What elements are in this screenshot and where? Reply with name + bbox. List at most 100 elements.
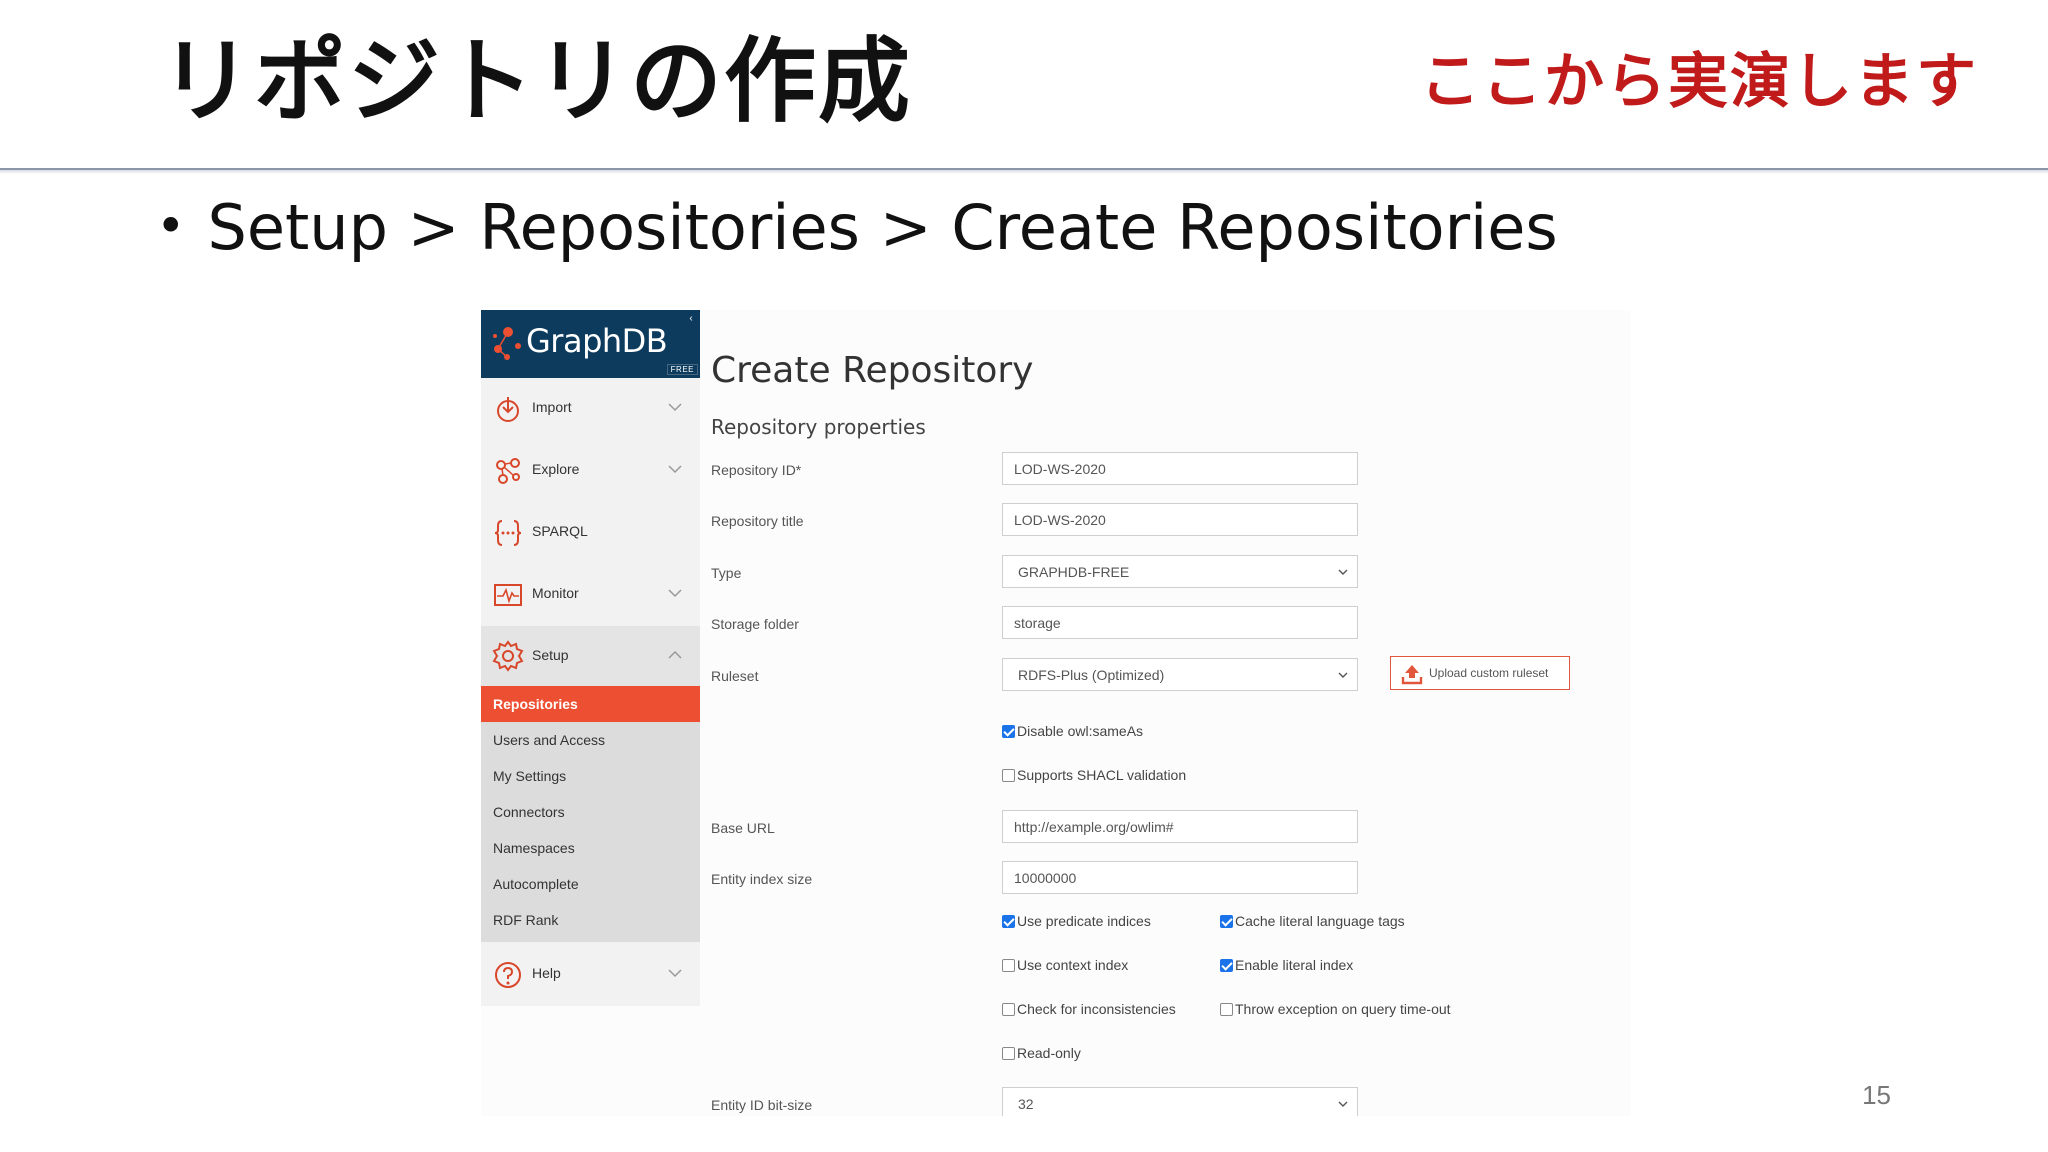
slide-bullet: • Setup > Repositories > Create Repositor… <box>156 186 1558 268</box>
title-divider-shadow <box>0 170 2048 174</box>
cache-language-tags-checkbox[interactable]: Cache literal language tags <box>1220 913 1405 931</box>
storage-label: Storage folder <box>711 616 799 632</box>
sidebar-item-label: Help <box>532 965 561 981</box>
logo-text: GraphDB <box>526 322 668 360</box>
type-select[interactable]: GRAPHDB-FREE <box>1002 555 1358 588</box>
upload-ruleset-label: Upload custom ruleset <box>1429 666 1549 680</box>
checkbox-label: Read-only <box>1017 1045 1081 1061</box>
checkbox-checked[interactable] <box>1002 915 1015 928</box>
ruleset-select-value: RDFS-Plus (Optimized) <box>1018 667 1165 683</box>
entity-id-bitsize-select[interactable]: 32 <box>1002 1087 1358 1116</box>
create-repository-form: Create Repository Repository properties … <box>700 310 1631 1116</box>
checkbox-label: Check for inconsistencies <box>1017 1001 1176 1017</box>
checkbox-checked[interactable] <box>1002 725 1015 738</box>
chevron-down-icon <box>668 969 682 978</box>
submenu-item-autocomplete[interactable]: Autocomplete <box>481 866 700 902</box>
checkbox-checked[interactable] <box>1220 915 1233 928</box>
submenu-item-rdf-rank[interactable]: RDF Rank <box>481 902 700 938</box>
base-url-input[interactable] <box>1002 810 1358 843</box>
submenu-item-repositories[interactable]: Repositories <box>481 686 700 722</box>
chevron-down-icon <box>668 403 682 412</box>
literal-index-checkbox[interactable]: Enable literal index <box>1220 957 1353 975</box>
checkbox-label: Supports SHACL validation <box>1017 767 1187 783</box>
repo-id-input[interactable] <box>1002 452 1358 485</box>
monitor-icon <box>494 584 522 606</box>
sidebar-item-label: SPARQL <box>532 523 588 539</box>
checkbox-unchecked[interactable] <box>1002 1047 1015 1060</box>
edition-badge: FREE <box>666 364 698 375</box>
disable-sameas-checkbox[interactable]: Disable owl:sameAs <box>1002 723 1143 741</box>
help-icon <box>495 962 521 988</box>
chevron-up-icon <box>668 650 682 659</box>
type-label: Type <box>711 565 742 581</box>
entity-id-bitsize-value: 32 <box>1018 1096 1034 1112</box>
sparql-icon <box>494 520 522 546</box>
checkbox-unchecked[interactable] <box>1002 1003 1015 1016</box>
submenu-item-my-settings[interactable]: My Settings <box>481 758 700 794</box>
checkbox-label: Use context index <box>1017 957 1129 973</box>
check-inconsistencies-checkbox[interactable]: Check for inconsistencies <box>1002 1001 1176 1019</box>
slide-demo-note: ここから実演します <box>1420 47 1978 117</box>
sidebar-item-label: Monitor <box>532 585 579 601</box>
graphdb-logo[interactable]: GraphDB FREE ‹ <box>481 310 700 378</box>
gear-icon <box>492 640 524 672</box>
explore-icon <box>496 458 520 484</box>
ruleset-select[interactable]: RDFS-Plus (Optimized) <box>1002 658 1358 691</box>
read-only-checkbox[interactable]: Read-only <box>1002 1045 1081 1063</box>
chevron-down-icon <box>668 589 682 598</box>
shacl-checkbox[interactable]: Supports SHACL validation <box>1002 767 1186 785</box>
graphdb-logo-icon <box>493 327 521 360</box>
import-icon <box>497 397 519 422</box>
section-title: Repository properties <box>711 415 926 439</box>
graphdb-screenshot: GraphDB FREE ‹ Import Explore SPARQL Mon… <box>481 310 1631 1116</box>
chevron-down-icon <box>668 465 682 474</box>
repo-title-input[interactable] <box>1002 503 1358 536</box>
checkbox-unchecked[interactable] <box>1220 1003 1233 1016</box>
entity-id-bitsize-label: Entity ID bit-size <box>711 1097 813 1113</box>
predicate-indices-checkbox[interactable]: Use predicate indices <box>1002 913 1151 931</box>
sidebar: GraphDB FREE ‹ Import Explore SPARQL Mon… <box>481 310 700 1006</box>
sidebar-item-import[interactable]: Import <box>481 378 700 440</box>
bullet-text: Setup > Repositories > Create Repositori… <box>207 191 1558 264</box>
checkbox-label: Disable owl:sameAs <box>1017 723 1144 739</box>
page-title: Create Repository <box>711 350 1034 391</box>
storage-input[interactable] <box>1002 606 1358 639</box>
bullet-dot: • <box>156 197 186 255</box>
sidebar-item-sparql[interactable]: SPARQL <box>481 502 700 564</box>
context-index-checkbox[interactable]: Use context index <box>1002 957 1128 975</box>
repo-id-label: Repository ID* <box>711 462 802 478</box>
checkbox-label: Enable literal index <box>1235 957 1354 973</box>
checkbox-unchecked[interactable] <box>1002 769 1015 782</box>
setup-submenu: Repositories Users and Access My Setting… <box>481 686 700 942</box>
type-select-value: GRAPHDB-FREE <box>1018 564 1130 580</box>
chevron-down-icon <box>1338 569 1348 575</box>
upload-icon <box>1401 665 1423 685</box>
base-url-label: Base URL <box>711 820 775 836</box>
checkbox-unchecked[interactable] <box>1002 959 1015 972</box>
collapse-sidebar-icon[interactable]: ‹ <box>686 313 696 325</box>
sidebar-item-label: Import <box>532 399 572 415</box>
checkbox-checked[interactable] <box>1220 959 1233 972</box>
sidebar-item-explore[interactable]: Explore <box>481 440 700 502</box>
page-number: 15 <box>1862 1080 1891 1110</box>
sidebar-item-label: Setup <box>532 647 569 663</box>
submenu-item-connectors[interactable]: Connectors <box>481 794 700 830</box>
sidebar-item-help[interactable]: Help <box>481 944 700 1006</box>
sidebar-item-label: Explore <box>532 461 580 477</box>
throw-timeout-checkbox[interactable]: Throw exception on query time-out <box>1220 1001 1451 1019</box>
chevron-down-icon <box>1338 1101 1348 1107</box>
sidebar-item-setup[interactable]: Setup <box>481 626 700 688</box>
chevron-down-icon <box>1338 672 1348 678</box>
checkbox-label: Throw exception on query time-out <box>1235 1001 1451 1017</box>
upload-ruleset-button[interactable]: Upload custom ruleset <box>1390 656 1570 690</box>
entity-index-size-label: Entity index size <box>711 871 813 887</box>
checkbox-label: Cache literal language tags <box>1235 913 1405 929</box>
submenu-item-users-access[interactable]: Users and Access <box>481 722 700 758</box>
checkbox-label: Use predicate indices <box>1017 913 1151 929</box>
entity-index-size-input[interactable] <box>1002 861 1358 894</box>
repo-title-label: Repository title <box>711 513 804 529</box>
slide-title: リポジトリの作成 <box>160 28 913 135</box>
submenu-item-namespaces[interactable]: Namespaces <box>481 830 700 866</box>
sidebar-item-monitor[interactable]: Monitor <box>481 564 700 626</box>
ruleset-label: Ruleset <box>711 668 759 684</box>
